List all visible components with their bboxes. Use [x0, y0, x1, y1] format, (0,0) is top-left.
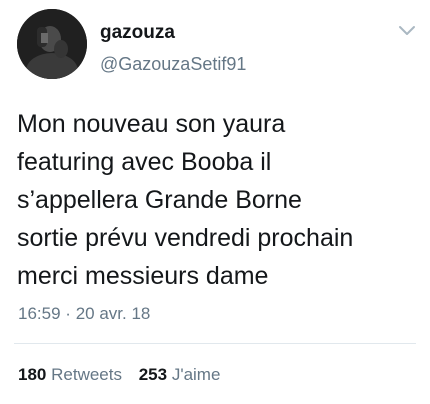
meta-separator: ·: [65, 304, 71, 323]
tweet-timestamp[interactable]: 16:59 · 20 avr. 18: [18, 303, 150, 325]
retweets-stat[interactable]: 180 Retweets: [18, 364, 122, 386]
likes-stat[interactable]: 253 J'aime: [139, 364, 221, 386]
divider: [14, 343, 416, 344]
user-handle[interactable]: @GazouzaSetif91: [100, 53, 246, 75]
chevron-down-icon[interactable]: [398, 25, 416, 37]
avatar-photo: [17, 9, 87, 79]
avatar[interactable]: [17, 9, 87, 79]
likes-count: 253: [138, 365, 168, 384]
likes-label: J'aime: [171, 365, 221, 384]
tweet-date: 20 avr. 18: [75, 304, 151, 323]
tweet-stats: 180 Retweets 253 J'aime: [18, 364, 220, 386]
tweet-time: 16:59: [18, 304, 61, 323]
retweets-label: Retweets: [51, 365, 122, 384]
display-name[interactable]: gazouza: [100, 22, 175, 44]
tweet-text: Mon nouveau son yaura featuring avec Boo…: [17, 110, 354, 290]
retweets-count: 180: [18, 365, 47, 384]
